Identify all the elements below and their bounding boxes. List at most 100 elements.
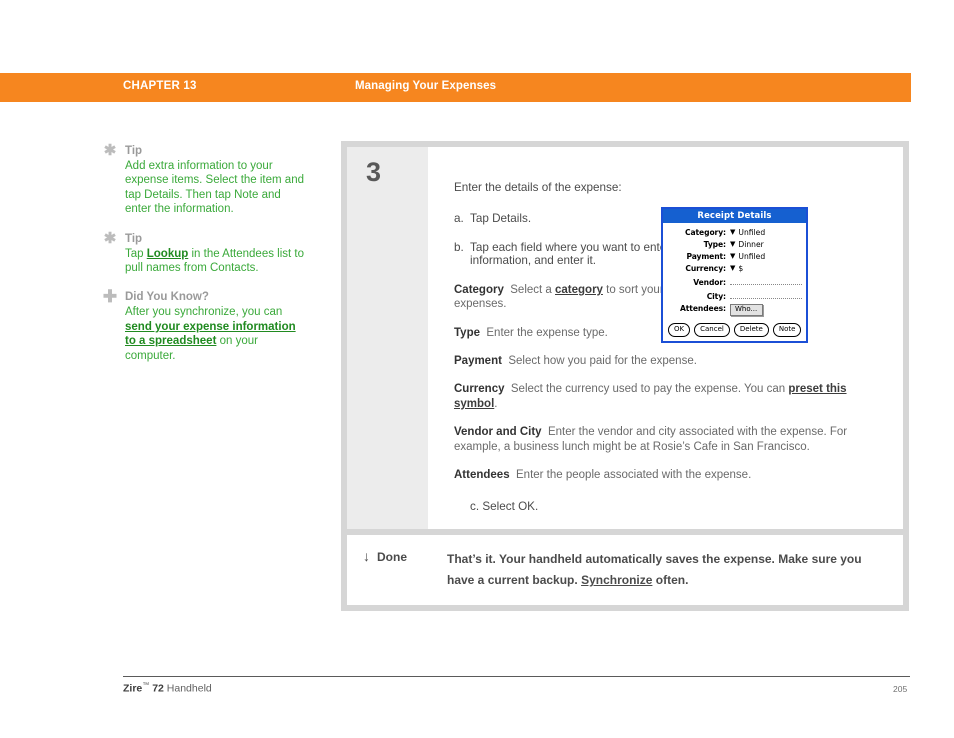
substep-b: b. Tap each field where you want to ente… [454, 241, 680, 268]
dialog-row-currency[interactable]: Currency: ▼ $ [666, 263, 802, 274]
trademark-icon: ™ [142, 682, 150, 689]
dialog-value-category: Unfiled [738, 228, 766, 237]
chevron-down-icon[interactable]: ▼ [730, 228, 735, 236]
chevron-down-icon[interactable]: ▼ [730, 264, 735, 272]
dialog-value-payment: Unfiled [738, 252, 766, 261]
field-category-name: Category [454, 283, 504, 296]
chapter-label: CHAPTER 13 [123, 80, 197, 92]
chevron-down-icon[interactable]: ▼ [730, 240, 735, 248]
field-payment-text: Select how you paid for the expense. [508, 355, 697, 367]
step-content-container: 3 Enter the details of the expense: a. T… [341, 141, 909, 612]
dialog-value-currency: $ [738, 264, 744, 273]
asterisk-icon: ✱ [103, 229, 117, 247]
dialog-label-currency: Currency: [685, 264, 726, 273]
field-attendees-text: Enter the people associated with the exp… [516, 469, 752, 482]
dialog-row-category[interactable]: Category: ▼ Unfiled [666, 227, 802, 238]
field-type: Type Enter the expense type. [454, 326, 666, 340]
field-currency-name: Currency [454, 383, 505, 396]
field-type-text: Enter the expense type. [486, 326, 608, 339]
note-button[interactable]: Note [772, 323, 802, 337]
field-vendor-city: Vendor and City Enter the vendor and cit… [454, 425, 876, 454]
footer-divider [123, 676, 910, 677]
cancel-button[interactable]: Cancel [694, 323, 730, 337]
substep-b-marker: b. [454, 240, 464, 254]
dyk-text-pre: After you synchronize, you can [125, 306, 283, 319]
footer-product-name: Handheld [166, 682, 212, 695]
field-type-name: Type [454, 326, 480, 339]
step-intro: Enter the details of the expense: [454, 181, 622, 194]
dialog-row-attendees[interactable]: Attendees: Who... [666, 303, 802, 316]
chapter-title: Managing Your Expenses [355, 80, 497, 92]
tip-body: Tap Lookup in the Attendees list to pull… [125, 247, 308, 276]
who-button[interactable]: Who... [730, 304, 764, 316]
tip-block-2: ✱ Tip Tap Lookup in the Attendees list t… [100, 229, 308, 276]
dialog-label-type: Type: [703, 240, 726, 249]
field-category: Category Select a category to sort your … [454, 283, 666, 312]
vendor-input[interactable] [730, 275, 802, 285]
substep-b-text: Tap each field where you want to enter i… [470, 240, 671, 268]
field-vendor-city-name: Vendor and City [454, 426, 542, 439]
substep-c: c. Select OK. [454, 500, 876, 513]
footer-brand: Zire [123, 682, 143, 695]
substep-a: a. Tap Details. [454, 212, 680, 226]
dialog-row-type[interactable]: Type: ▼ Dinner [666, 239, 802, 250]
field-currency: Currency Select the currency used to pay… [454, 382, 876, 411]
did-you-know-body: After you synchronize, you can send your… [125, 305, 308, 363]
dialog-row-vendor[interactable]: Vendor: [666, 275, 802, 288]
field-attendees: Attendees Enter the people associated wi… [454, 468, 876, 482]
substep-c-text: Select OK. [482, 500, 539, 514]
delete-button[interactable]: Delete [733, 323, 769, 337]
dialog-label-attendees: Attendees: [680, 304, 726, 313]
step-body: Enter the details of the expense: a. Tap… [428, 147, 903, 529]
field-payment: Payment Select how you paid for the expe… [454, 354, 876, 368]
done-panel: ↓ Done That’s it. Your handheld automati… [347, 535, 903, 606]
substep-c-marker: c. [470, 500, 480, 514]
substep-a-marker: a. [454, 212, 464, 225]
field-currency-post: . [494, 397, 498, 410]
dialog-row-city[interactable]: City: [666, 289, 802, 302]
plus-icon: ✚ [102, 287, 118, 307]
substep-a-text: Tap Details. [470, 212, 532, 225]
synchronize-link[interactable]: Synchronize [581, 573, 652, 587]
dialog-button-row: OK Cancel Delete Note [663, 320, 806, 341]
done-label: Done [377, 550, 407, 565]
did-you-know-block: ✚ Did You Know? After you synchronize, y… [100, 287, 308, 363]
done-text-post: often. [652, 573, 689, 588]
dialog-label-payment: Payment: [686, 252, 726, 261]
category-link[interactable]: category [555, 284, 603, 296]
dialog-label-city: City: [706, 292, 726, 301]
field-payment-name: Payment [454, 355, 502, 367]
field-currency-pre: Select the currency used to pay the expe… [510, 383, 789, 396]
done-text: That’s it. Your handheld automatically s… [447, 549, 883, 591]
dialog-row-payment[interactable]: Payment: ▼ Unfiled [666, 251, 802, 262]
chevron-down-icon[interactable]: ▼ [730, 252, 735, 260]
dialog-label-category: Category: [685, 228, 726, 237]
step-number-column: 3 [347, 147, 428, 530]
spreadsheet-link[interactable]: send your expense information to a sprea… [125, 321, 296, 347]
footer-model: 72 [152, 682, 164, 695]
done-label-column: ↓ Done [363, 549, 447, 591]
step-number: 3 [366, 157, 382, 187]
field-category-pre: Select a [510, 283, 555, 296]
step-panel: 3 Enter the details of the expense: a. T… [347, 147, 903, 530]
tip-body: Add extra information to your expense it… [125, 159, 308, 217]
field-attendees-name: Attendees [454, 469, 510, 482]
tip-heading: Tip [125, 232, 143, 245]
lookup-link[interactable]: Lookup [147, 248, 189, 260]
tip-text: Add extra information to your expense it… [125, 160, 304, 216]
tip-heading: Tip [125, 145, 143, 157]
page-number: 205 [893, 684, 908, 694]
dialog-value-type: Dinner [738, 240, 764, 249]
dialog-label-vendor: Vendor: [693, 278, 726, 287]
tip-block-1: ✱ Tip Add extra information to your expe… [100, 142, 308, 217]
footer-product: Zire™ 72 Handheld [123, 682, 212, 695]
receipt-details-dialog: Receipt Details Category: ▼ Unfiled Type… [661, 207, 808, 343]
down-arrow-icon: ↓ [363, 548, 370, 565]
sidebar-tips: ✱ Tip Add extra information to your expe… [100, 142, 308, 378]
asterisk-icon: ✱ [103, 142, 117, 159]
chapter-header-bar: CHAPTER 13 Managing Your Expenses [0, 73, 911, 102]
dialog-titlebar: Receipt Details [663, 209, 806, 223]
city-input[interactable] [730, 289, 802, 299]
did-you-know-heading: Did You Know? [125, 291, 209, 304]
ok-button[interactable]: OK [668, 323, 691, 337]
